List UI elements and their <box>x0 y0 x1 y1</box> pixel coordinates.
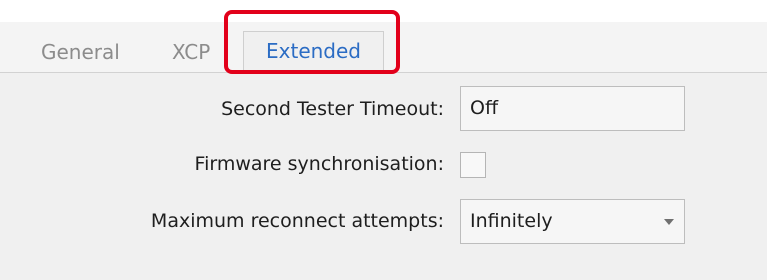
chevron-down-icon[interactable] <box>664 219 674 225</box>
second-tester-timeout-input[interactable]: Off <box>460 86 685 131</box>
firmware-synchronisation-label: Firmware synchronisation: <box>194 153 444 175</box>
tab-general[interactable]: General <box>41 40 120 64</box>
highlight-annotation <box>224 10 400 74</box>
firmware-synchronisation-checkbox[interactable] <box>460 152 486 178</box>
second-tester-timeout-label: Second Tester Timeout: <box>221 98 444 120</box>
maximum-reconnect-attempts-label: Maximum reconnect attempts: <box>150 210 444 232</box>
tab-xcp[interactable]: XCP <box>172 40 210 64</box>
maximum-reconnect-attempts-dropdown[interactable]: Infinitely <box>460 199 685 244</box>
dropdown-selected-value: Infinitely <box>470 210 553 232</box>
